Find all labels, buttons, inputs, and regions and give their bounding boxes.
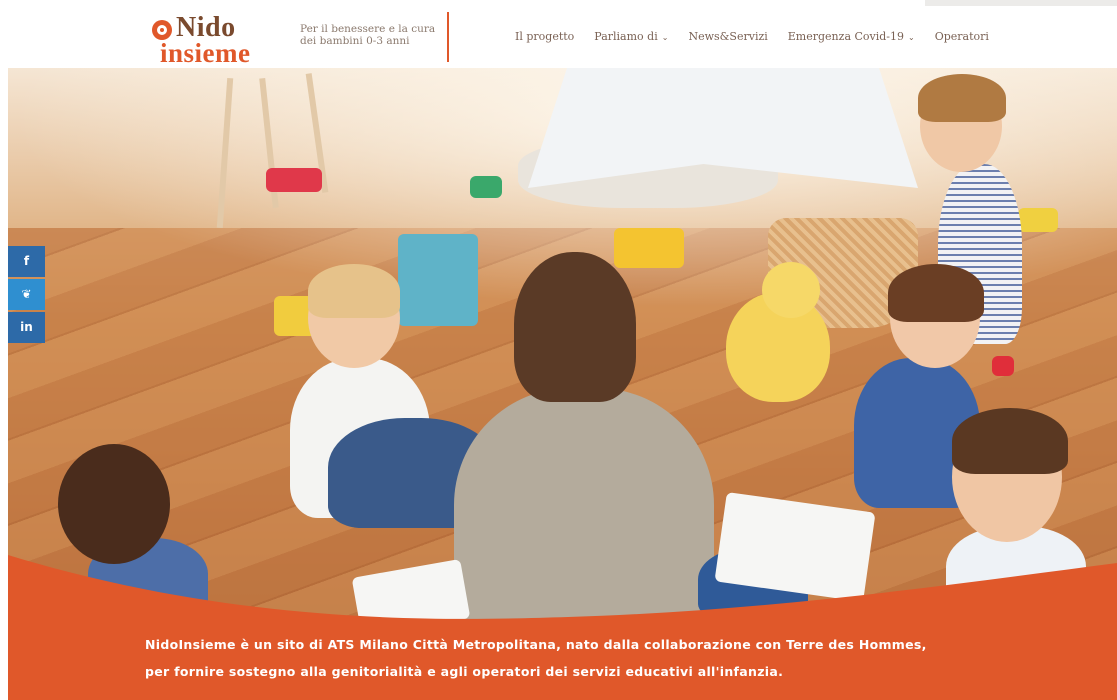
nav-label: Parliamo di xyxy=(594,30,658,43)
main-nav: Il progetto Parliamo di ⌄ News&Servizi Em… xyxy=(515,30,1009,43)
tagline-line1: Per il benessere e la cura xyxy=(300,23,436,35)
header-divider xyxy=(447,12,449,62)
site-header: Nido insieme Per il benessere e la cura … xyxy=(8,6,1117,68)
hero-toy xyxy=(266,168,322,192)
nav-label: Operatori xyxy=(934,30,989,43)
intro-text: NidoInsieme è un sito di ATS Milano Citt… xyxy=(145,631,1005,685)
hero-toy xyxy=(1018,208,1058,232)
hero-toy xyxy=(992,356,1014,376)
hero-child-hair xyxy=(888,264,984,322)
hero-toy xyxy=(614,228,684,268)
linkedin-icon[interactable]: in xyxy=(8,312,45,343)
chevron-down-icon: ⌄ xyxy=(661,33,669,42)
chevron-down-icon: ⌄ xyxy=(908,33,915,42)
nav-label: Emergenza Covid-19 xyxy=(787,30,905,43)
hero-toy xyxy=(398,234,478,326)
hero-duck xyxy=(726,262,830,402)
hero-child-hair xyxy=(58,444,170,564)
social-share-bar: f ❦ in xyxy=(8,246,45,345)
nav-item-news-servizi[interactable]: News&Servizi xyxy=(688,30,767,43)
logo-mark-icon xyxy=(152,20,172,40)
site-tagline: Per il benessere e la cura dei bambini 0… xyxy=(300,23,450,47)
hero-teacher-hair xyxy=(514,252,636,402)
intro-text-line2: per fornire sostegno alla genitorialità … xyxy=(145,664,784,679)
tagline-line2: dei bambini 0-3 anni xyxy=(300,35,410,47)
hero-toy xyxy=(470,176,502,198)
twitter-icon[interactable]: ❦ xyxy=(8,279,45,310)
hero-child-hair xyxy=(952,408,1068,474)
nav-label: Il progetto xyxy=(515,30,575,43)
hero-child-hair xyxy=(308,264,400,318)
logo-insieme-text: insieme xyxy=(160,38,251,68)
nav-label: News&Servizi xyxy=(688,30,768,43)
nav-item-operatori[interactable]: Operatori xyxy=(935,30,989,43)
site-logo[interactable]: Nido insieme xyxy=(152,12,300,68)
intro-banner: NidoInsieme è un sito di ATS Milano Citt… xyxy=(8,555,1117,700)
nav-item-emergenza-covid[interactable]: Emergenza Covid-19 ⌄ xyxy=(788,30,915,43)
nav-item-il-progetto[interactable]: Il progetto xyxy=(515,30,574,43)
hero-child-hair xyxy=(918,74,1006,122)
facebook-icon[interactable]: f xyxy=(8,246,45,277)
intro-text-line1: NidoInsieme è un sito di ATS Milano Citt… xyxy=(145,637,927,652)
nav-item-parliamo-di[interactable]: Parliamo di ⌄ xyxy=(594,30,668,43)
